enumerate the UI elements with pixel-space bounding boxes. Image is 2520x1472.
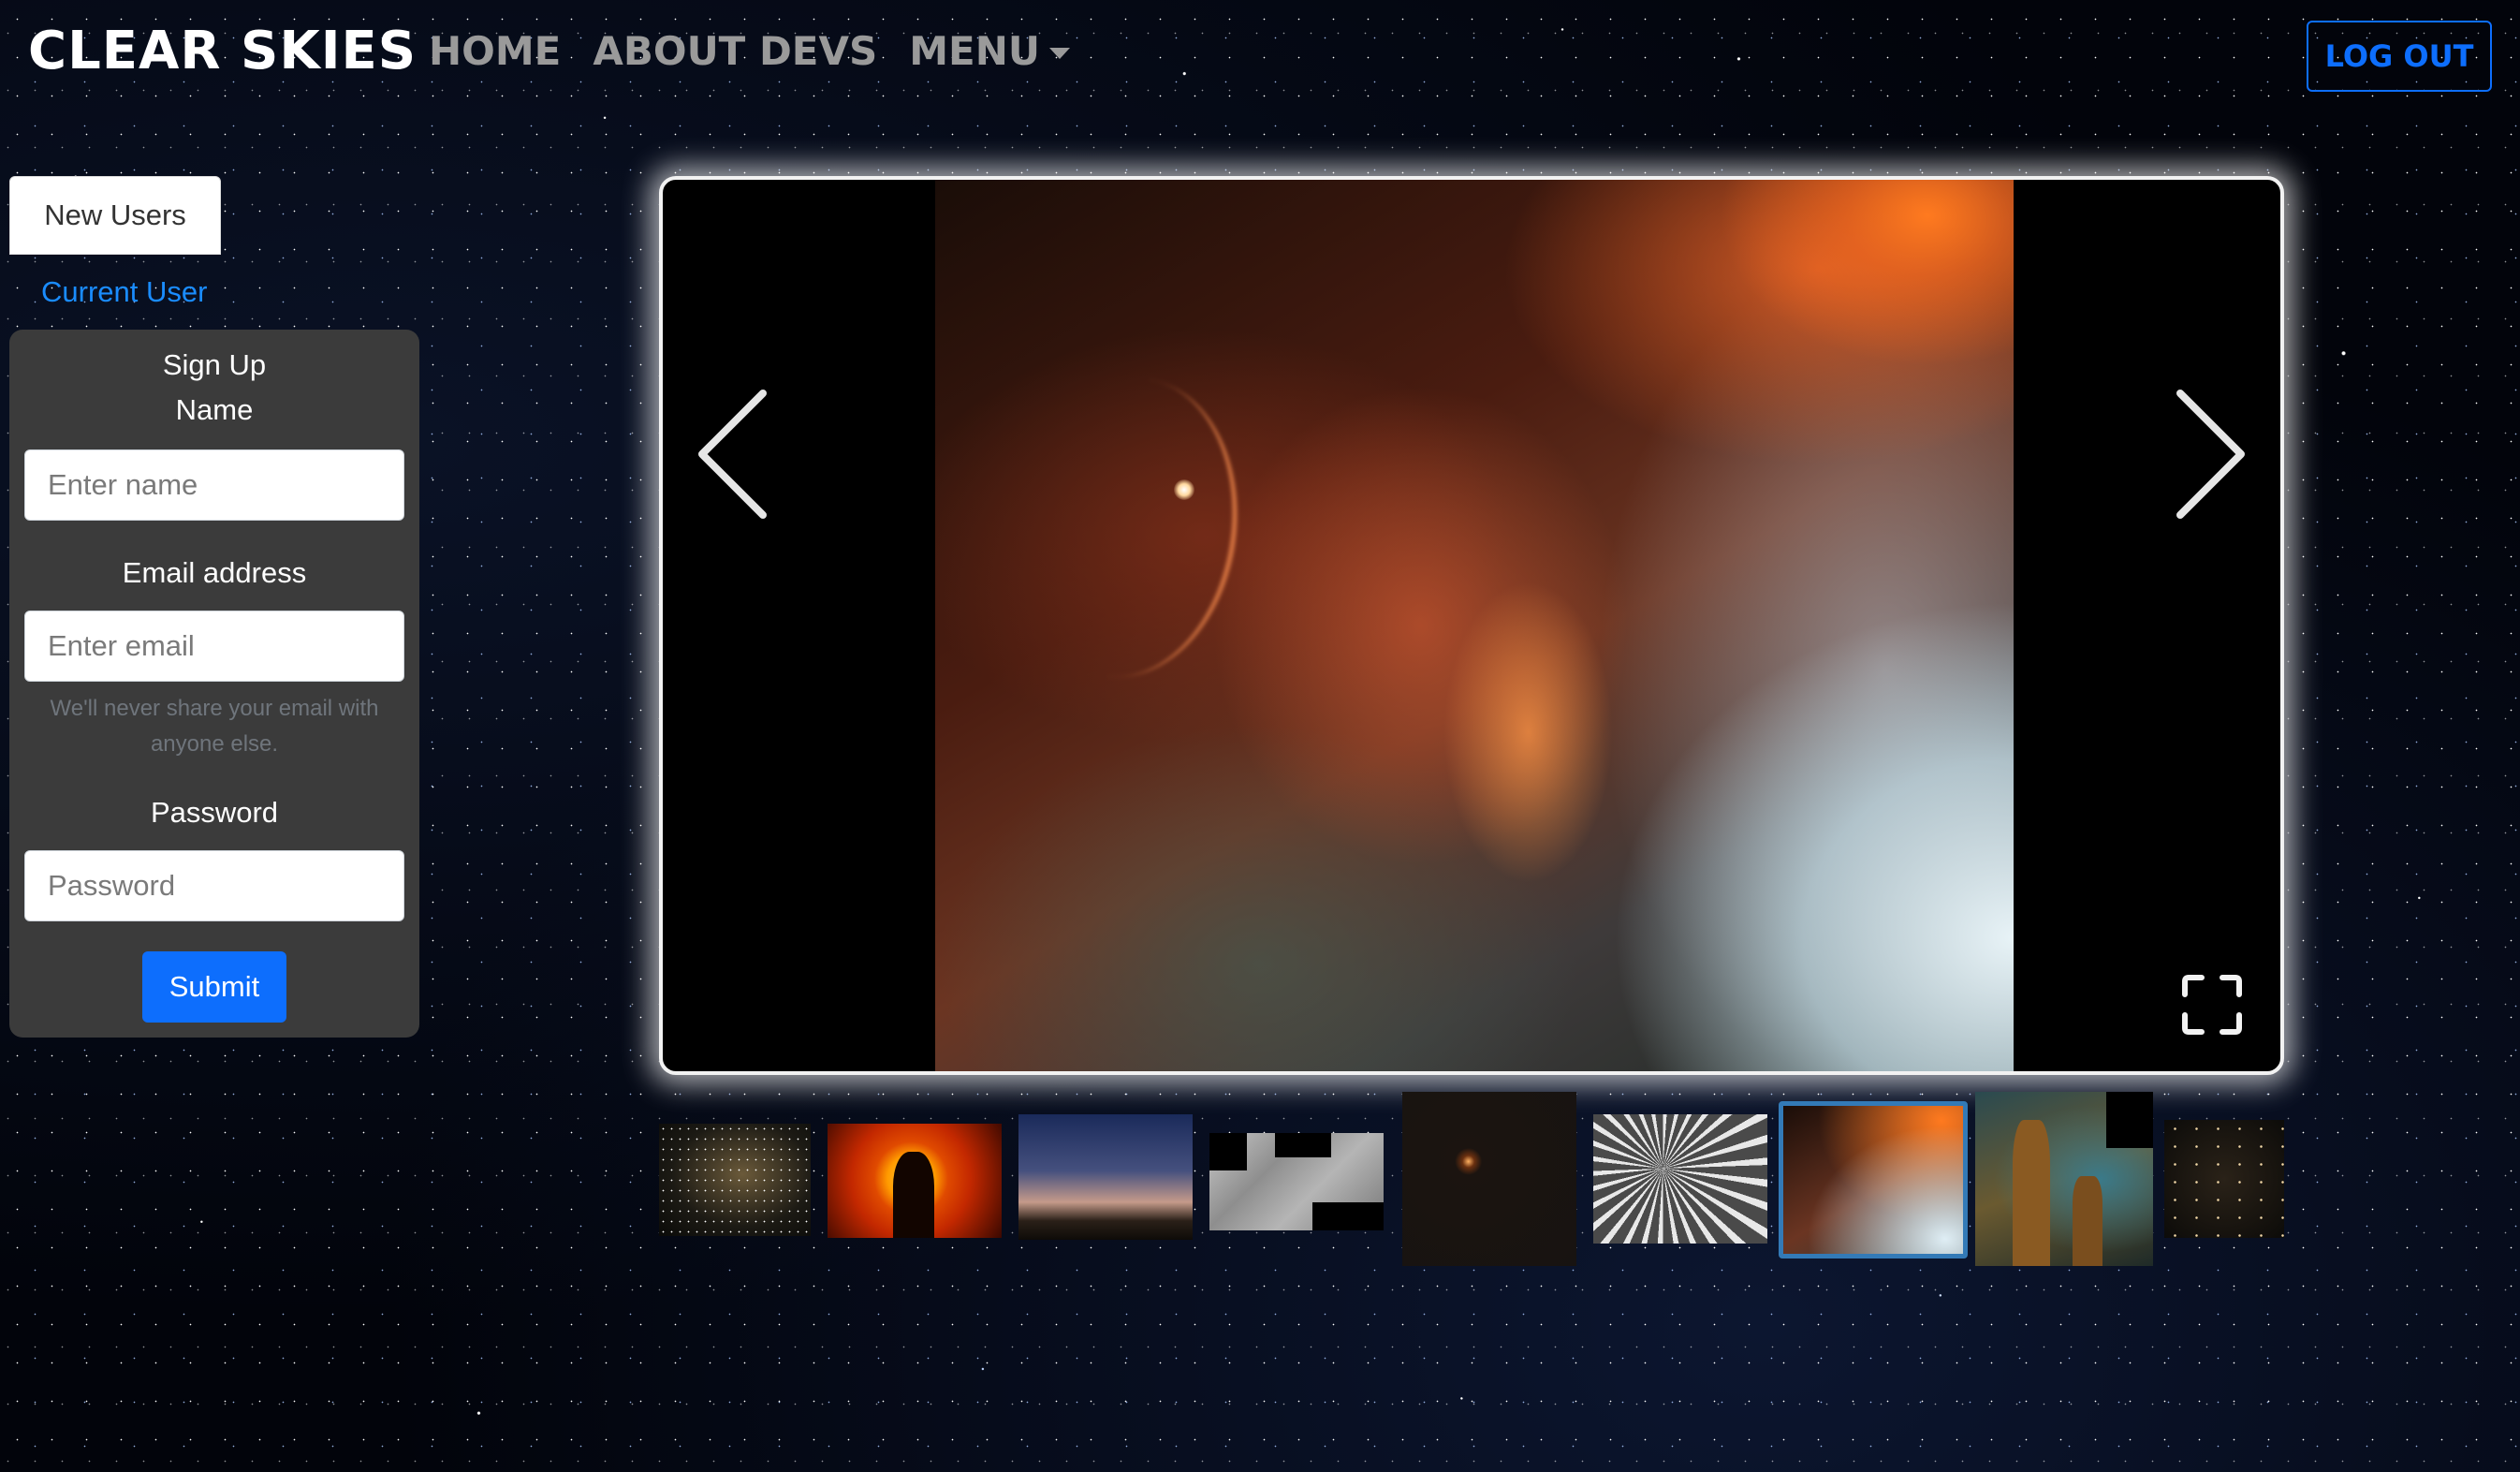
name-label: Name (175, 393, 254, 426)
tab-current-user[interactable]: Current User (41, 275, 207, 309)
nav-menu-dropdown[interactable]: MENU (909, 28, 1070, 74)
thumbnail-star-cluster[interactable] (659, 1124, 811, 1236)
form-title: Sign Up (162, 348, 267, 381)
email-help-text: We'll never share your email with anyone… (50, 696, 379, 757)
nav-about-devs-link[interactable]: ABOUT DEVS (593, 28, 877, 74)
thumbnail-dark-starfield[interactable] (1402, 1092, 1576, 1266)
nebula-star (1174, 479, 1194, 500)
fullscreen-icon[interactable] (2181, 974, 2243, 1036)
chevron-left-icon[interactable] (693, 384, 777, 524)
password-input[interactable] (24, 850, 404, 921)
nav-menu-label: MENU (909, 28, 1040, 74)
caret-down-icon (1049, 47, 1070, 59)
logout-button[interactable]: LOG OUT (2307, 21, 2492, 92)
name-input[interactable] (24, 449, 404, 521)
thumbnail-lunar-mosaic[interactable] (1209, 1133, 1384, 1230)
thumbnail-crater-rays[interactable] (1593, 1114, 1767, 1244)
thumbnail-strip (659, 1092, 2284, 1270)
tab-new-users[interactable]: New Users (9, 176, 221, 255)
nav-home-link[interactable]: HOME (429, 28, 561, 74)
signup-form: Sign Up Name Email address We'll never s… (9, 330, 419, 1038)
email-input[interactable] (24, 611, 404, 682)
thumbnail-eclipse-palm[interactable] (828, 1124, 1002, 1238)
image-viewer (659, 176, 2284, 1075)
email-label: Email address (122, 556, 307, 589)
password-label: Password (150, 796, 279, 829)
nav-links: HOME ABOUT DEVS MENU (429, 28, 1070, 74)
navbar: CLEAR SKIES HOME ABOUT DEVS MENU LOG OUT (0, 0, 2520, 103)
brand-logo[interactable]: CLEAR SKIES (28, 21, 417, 81)
chevron-right-icon[interactable] (2166, 384, 2250, 524)
thumbnail-pillars-of-creation[interactable] (1975, 1092, 2153, 1266)
thumbnail-twilight-sky[interactable] (1018, 1114, 1193, 1240)
thumbnail-galaxy-field[interactable] (2164, 1120, 2284, 1238)
submit-button[interactable]: Submit (142, 951, 286, 1023)
thumbnail-orange-nebula[interactable] (1779, 1101, 1968, 1259)
